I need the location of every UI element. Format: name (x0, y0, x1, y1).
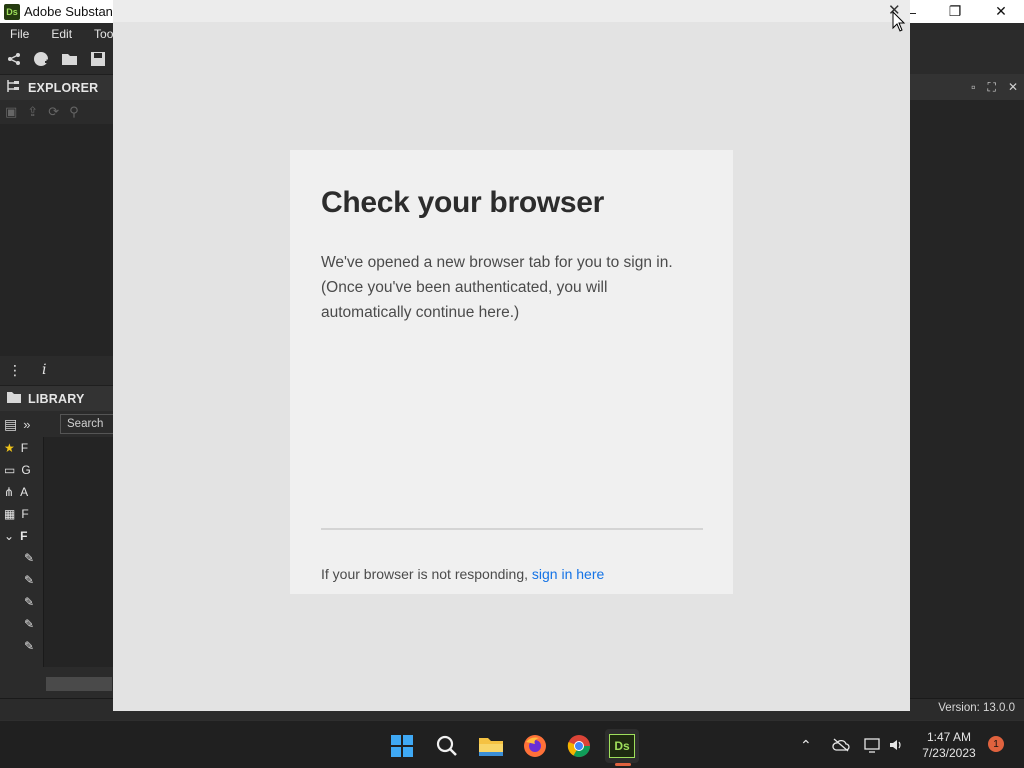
brush-icon: ✎ (24, 639, 35, 653)
active-app-indicator (615, 763, 631, 766)
search-icon[interactable] (430, 729, 464, 763)
library-content-area[interactable] (44, 437, 114, 667)
parameters-panel-body (910, 100, 1024, 698)
show-hidden-icons-chevron-icon[interactable]: ⌃ (800, 721, 812, 768)
info-icon[interactable]: i (42, 362, 46, 378)
chevron-down-icon: ⌄ (4, 529, 15, 543)
library-row-folder[interactable]: ⌄ F (0, 525, 43, 547)
library-subitem[interactable]: ✎ (0, 591, 43, 613)
explorer-panel-header: EXPLORER (0, 74, 114, 100)
panel-switcher: ⋮ i (0, 356, 114, 384)
brush-icon: ✎ (24, 551, 35, 565)
nodes-icon: ⋔ (4, 485, 15, 499)
library-subitem[interactable]: ✎ (0, 613, 43, 635)
expand-icon[interactable]: » (23, 417, 30, 432)
sign-in-window: ✕ Check your browser We've opened a new … (113, 0, 910, 711)
sign-in-divider (321, 528, 703, 530)
substance-designer-icon[interactable]: Ds (605, 729, 639, 763)
clock-time: 1:47 AM (926, 730, 972, 744)
new-graph-icon[interactable] (5, 50, 23, 68)
save-package-icon[interactable]: ▣ (5, 104, 17, 120)
explorer-tab-icon[interactable]: ⋮ (8, 362, 22, 379)
chrome-icon[interactable] (562, 729, 596, 763)
windows-taskbar: Ds ⌃ 1:47 AM 7/23/2023 (0, 720, 1024, 768)
explorer-tree[interactable] (0, 124, 114, 356)
file-explorer-icon[interactable] (474, 729, 508, 763)
cloud-offline-icon[interactable] (832, 721, 850, 768)
grid-icon: ▦ (4, 507, 16, 521)
volume-icon[interactable] (888, 721, 904, 768)
library-row-filters[interactable]: ▦ F (0, 503, 43, 525)
library-row-atomic[interactable]: ⋔ A (0, 481, 43, 503)
open-folder-icon[interactable] (61, 50, 79, 68)
taskbar-clock[interactable]: 1:47 AM 7/23/2023 (914, 729, 984, 761)
notification-badge[interactable]: 1 (988, 736, 1004, 752)
library-subitem[interactable]: ✎ (0, 547, 43, 569)
close-panel-icon[interactable]: ✕ (1008, 80, 1018, 94)
clock-date: 7/23/2023 (922, 746, 976, 760)
library-panel-header: LIBRARY (0, 385, 114, 411)
comment-icon: ▭ (4, 463, 16, 477)
explorer-title: EXPLORER (28, 80, 99, 95)
library-folder-icon (6, 390, 22, 407)
library-category-list: ★ F ▭ G ⋔ A ▦ F ⌄ F ✎ ✎ ✎ ✎ ✎ (0, 437, 44, 667)
start-icon[interactable] (385, 729, 419, 763)
library-title: LIBRARY (28, 391, 85, 406)
menu-edit[interactable]: Edit (51, 27, 72, 41)
firefox-icon[interactable] (518, 729, 552, 763)
restore-button[interactable]: ❐ (932, 0, 978, 23)
brush-icon: ✎ (24, 595, 35, 609)
float-panel-icon[interactable]: ▫ (971, 80, 975, 94)
sign-in-heading: Check your browser (321, 186, 605, 219)
refresh-icon[interactable]: ⟳ (48, 104, 59, 120)
save-icon[interactable] (89, 50, 107, 68)
new-package-icon[interactable] (33, 50, 51, 68)
library-row-graphs[interactable]: ▭ G (0, 459, 43, 481)
brush-icon: ✎ (24, 573, 35, 587)
brush-icon: ✎ (24, 617, 35, 631)
sign-in-footer: If your browser is not responding, sign … (321, 566, 604, 582)
explorer-icon (6, 79, 22, 96)
substance-designer-logo: Ds (4, 3, 20, 20)
menu-file[interactable]: File (10, 27, 29, 41)
network-icon[interactable] (864, 721, 882, 768)
star-icon: ★ (4, 441, 15, 455)
clean-icon[interactable]: ⚲ (69, 104, 79, 120)
close-button[interactable]: ✕ (978, 0, 1024, 23)
library-subitem[interactable]: ✎ (0, 569, 43, 591)
mouse-cursor-icon (892, 11, 906, 32)
library-search-input[interactable]: Search (60, 414, 114, 434)
sign-in-card: Check your browser We've opened a new br… (290, 150, 733, 594)
library-row-favorites[interactable]: ★ F (0, 437, 43, 459)
sign-in-footer-text: If your browser is not responding, (321, 566, 528, 582)
sign-in-window-titlebar (113, 0, 910, 22)
version-label: Version: 13.0.0 (938, 702, 1015, 714)
library-subitem[interactable]: ✎ (0, 635, 43, 657)
add-folder-icon[interactable]: ▤ (4, 416, 17, 433)
parameters-panel-header: ▫ ⛶ ✕ (910, 74, 1024, 100)
library-horizontal-scrollbar[interactable] (46, 677, 112, 691)
maximize-panel-icon[interactable]: ⛶ (988, 80, 996, 95)
sign-in-message: We've opened a new browser tab for you t… (321, 254, 673, 321)
export-icon[interactable]: ⇪ (27, 104, 38, 120)
sign-in-here-link[interactable]: sign in here (532, 566, 604, 582)
explorer-toolbar: ▣ ⇪ ⟳ ⚲ (0, 100, 114, 124)
